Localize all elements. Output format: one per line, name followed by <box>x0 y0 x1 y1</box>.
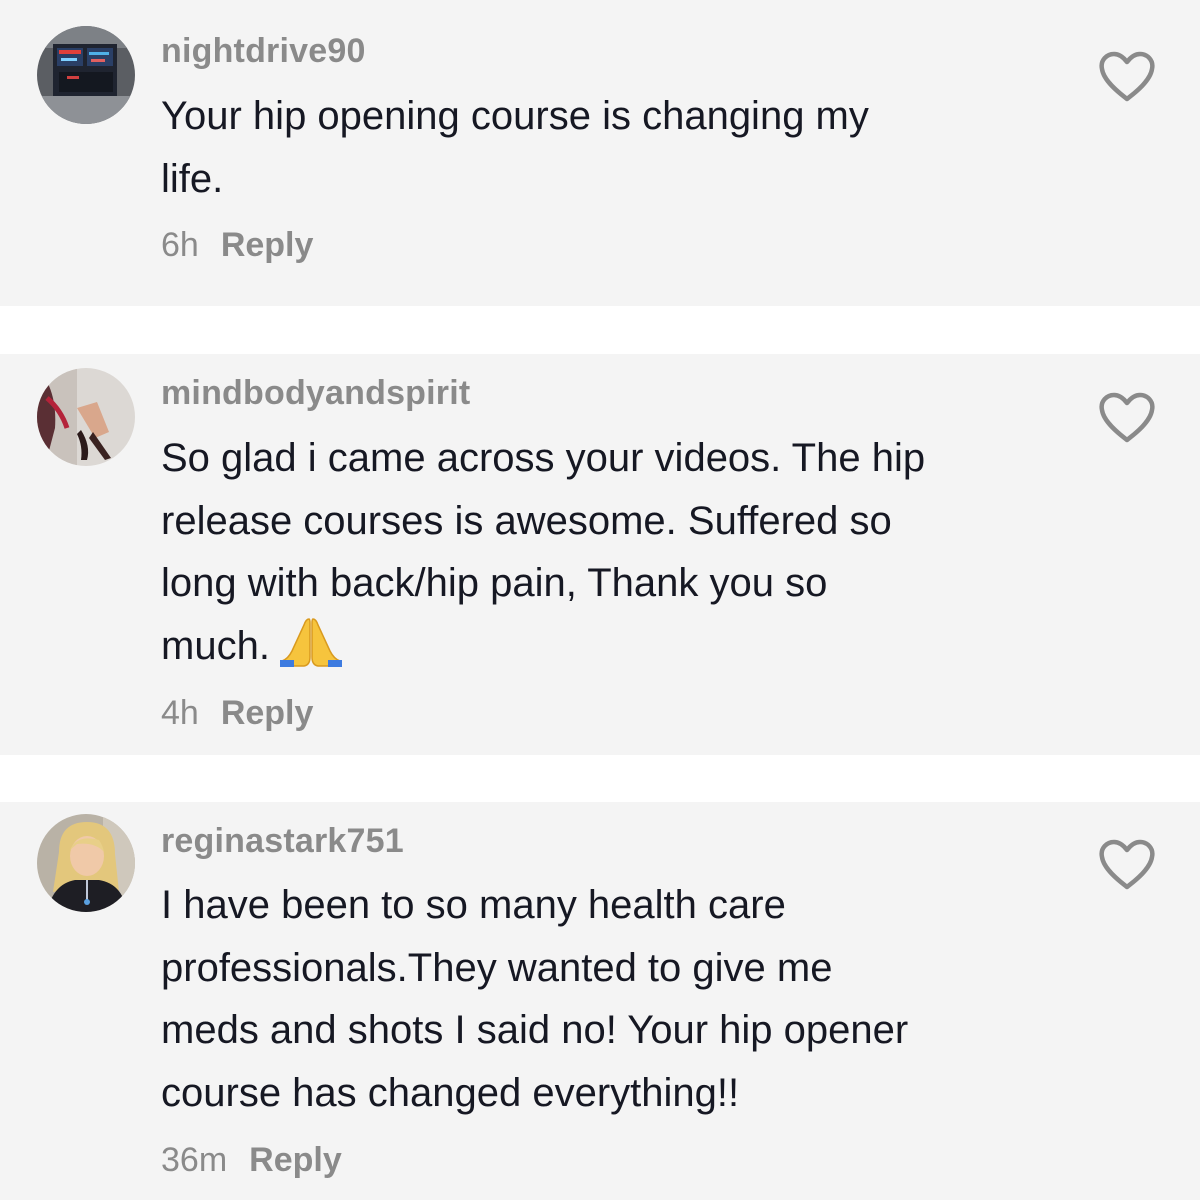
folded-hands-icon <box>279 617 342 667</box>
reply-button[interactable]: Reply <box>249 1141 342 1179</box>
comment-text-line: long with back/hip pain, Thank you so <box>161 561 828 605</box>
comment-item: reginastark751 I have been to so many he… <box>0 802 1200 1200</box>
avatar-image <box>37 368 135 466</box>
comment-text-line: So glad i came across your videos. The h… <box>161 436 926 480</box>
heart-outline-icon[interactable] <box>1098 51 1156 103</box>
comment-text-line: Your hip opening course is changing my <box>161 94 869 138</box>
comment-meta: 6h Reply <box>161 226 313 265</box>
heart-outline-icon[interactable] <box>1098 839 1156 891</box>
comment-meta: 36m Reply <box>161 1141 342 1180</box>
avatar-image <box>37 814 135 912</box>
avatar[interactable] <box>37 368 135 466</box>
avatar[interactable] <box>37 26 135 124</box>
comment-text: So glad i came across your videos. The h… <box>161 427 1061 677</box>
avatar[interactable] <box>37 814 135 912</box>
comment-timestamp: 36m <box>161 1141 228 1179</box>
comment-text-line-with-emoji: much. <box>161 615 1061 678</box>
comment-text-line: I have been to so many health care <box>161 883 786 927</box>
heart-outline-icon[interactable] <box>1098 392 1156 444</box>
comment-item: mindbodyandspirit So glad i came across … <box>0 354 1200 755</box>
comment-text: I have been to so many health care profe… <box>161 874 1061 1124</box>
avatar-image <box>37 26 135 124</box>
comment-text: Your hip opening course is changing my l… <box>161 85 1061 210</box>
comment-username[interactable]: mindbodyandspirit <box>161 374 470 413</box>
comment-list: nightdrive90 Your hip opening course is … <box>0 0 1200 1200</box>
comment-meta: 4h Reply <box>161 694 313 733</box>
comment-username[interactable]: reginastark751 <box>161 822 404 861</box>
reply-button[interactable]: Reply <box>221 226 314 264</box>
comment-text-fragment: much. <box>161 623 270 668</box>
comment-text-line: professionals.They wanted to give me <box>161 945 833 990</box>
comment-text-line: course has changed everything!! <box>161 1070 740 1115</box>
comment-username[interactable]: nightdrive90 <box>161 32 366 71</box>
comment-text-line: release courses is awesome. Suffered so <box>161 498 892 543</box>
comment-text-line: life. <box>161 156 224 201</box>
reply-button[interactable]: Reply <box>221 694 314 732</box>
comment-timestamp: 4h <box>161 694 199 732</box>
comment-text-line: meds and shots I said no! Your hip opene… <box>161 1008 909 1052</box>
comment-timestamp: 6h <box>161 226 199 264</box>
comment-item: nightdrive90 Your hip opening course is … <box>0 0 1200 306</box>
